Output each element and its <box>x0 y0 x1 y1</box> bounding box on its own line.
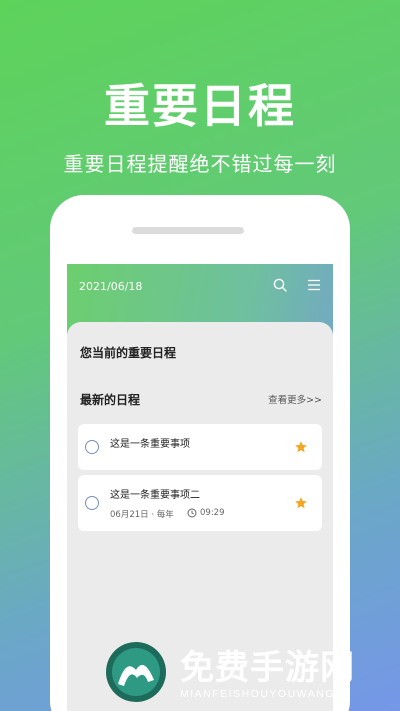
hero-subtitle: 重要日程提醒绝不错过每一刻 <box>63 152 337 176</box>
phone-speaker <box>132 227 244 234</box>
star-icon[interactable] <box>294 440 308 454</box>
item-date-repeat: 06月21日 · 每年 <box>110 510 174 520</box>
watermark-brand-cn: 免费手游网 <box>180 648 355 688</box>
item-title: 这是一条重要事项二 <box>110 490 200 501</box>
star-icon[interactable] <box>294 496 308 510</box>
complete-radio[interactable] <box>85 496 99 510</box>
item-time: 09:29 <box>200 508 225 518</box>
clock-icon <box>187 508 197 518</box>
current-schedule-title: 您当前的重要日程 <box>80 346 177 360</box>
view-more-link[interactable]: 查看更多>> <box>268 392 322 406</box>
item-title: 这是一条重要事项 <box>110 439 190 450</box>
list-item[interactable]: 这是一条重要事项二 06月21日 · 每年 09:29 <box>78 475 322 531</box>
brand-logo-icon <box>106 642 166 702</box>
search-icon[interactable] <box>273 278 287 292</box>
hero-title: 重要日程 <box>104 79 296 133</box>
watermark-brand-en: MIANFEISHOUYOUWANG <box>180 688 335 700</box>
list-item[interactable]: 这是一条重要事项 <box>78 424 322 470</box>
menu-icon[interactable] <box>307 279 321 291</box>
current-date: 2021/06/18 <box>79 280 143 293</box>
complete-radio[interactable] <box>85 440 99 454</box>
latest-schedule-title: 最新的日程 <box>80 393 141 407</box>
